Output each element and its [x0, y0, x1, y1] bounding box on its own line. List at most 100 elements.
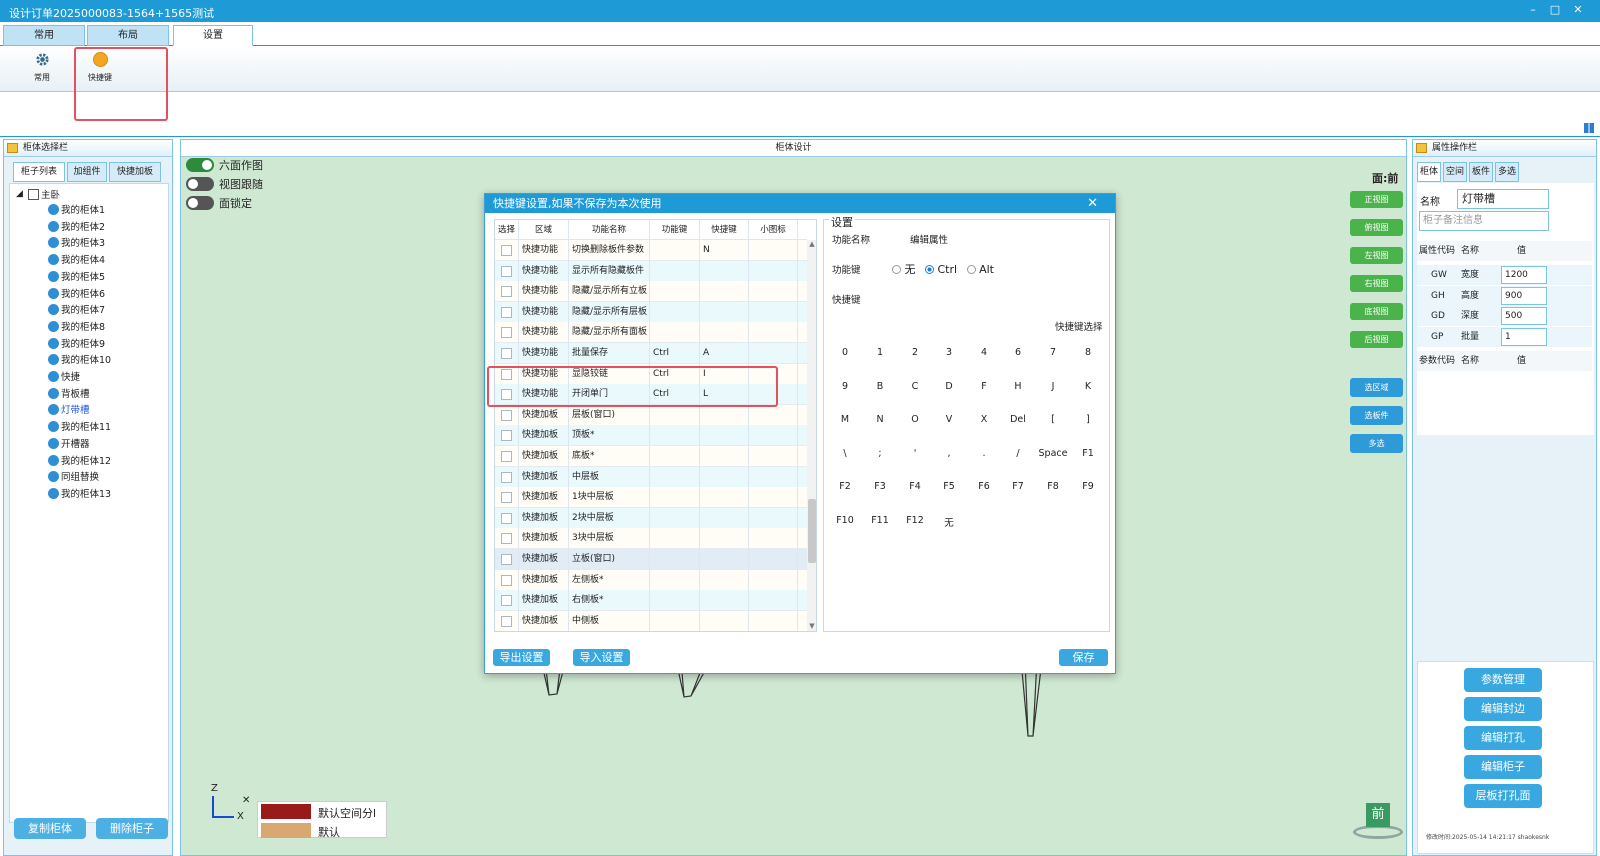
export-settings-button[interactable]: 导出设置 — [493, 649, 550, 666]
row-checkbox[interactable] — [501, 409, 512, 421]
shortcut-key-option[interactable]: [ — [1036, 414, 1070, 425]
table-row[interactable]: 快捷功能 隐藏/显示所有层板 — [495, 301, 807, 323]
shortcut-key-option[interactable]: F11 — [863, 515, 897, 526]
edit-cabinet-button[interactable]: 编辑柜子 — [1464, 755, 1542, 779]
tree-item[interactable]: 我的柜体4 — [48, 253, 105, 269]
shortcut-key-option[interactable]: 3 — [932, 347, 966, 358]
row-checkbox[interactable] — [501, 306, 512, 318]
scroll-thumb[interactable] — [808, 499, 816, 563]
row-checkbox[interactable] — [501, 533, 512, 545]
shortcut-key-option[interactable]: F1 — [1071, 448, 1105, 459]
shortcut-key-option[interactable]: F — [967, 381, 1001, 392]
shortcut-key-option[interactable]: 无 — [932, 515, 966, 529]
row-checkbox[interactable] — [501, 327, 512, 339]
row-checkbox[interactable] — [501, 245, 512, 256]
scroll-down-arrow[interactable]: ▼ — [807, 622, 816, 631]
shelf-drill-face-button[interactable]: 层板打孔面 — [1464, 784, 1542, 808]
table-row[interactable]: 快捷加板 右侧板* — [495, 590, 807, 612]
tree-item[interactable]: 我的柜体1 — [48, 203, 105, 219]
select-region-button[interactable]: 选区域 — [1350, 378, 1403, 397]
param-manage-button[interactable]: 参数管理 — [1464, 668, 1542, 692]
table-row[interactable]: 快捷加板 左侧板* — [495, 569, 807, 591]
shortcut-key-option[interactable]: M — [828, 414, 862, 425]
tree-item[interactable]: 背板槽 — [48, 387, 90, 403]
row-checkbox[interactable] — [501, 595, 512, 607]
tree-item[interactable]: 开槽器 — [48, 437, 90, 453]
tree-item[interactable]: 同组替换 — [48, 470, 99, 486]
shortcut-key-option[interactable]: F4 — [898, 481, 932, 492]
tree-collapse-icon[interactable]: ◢ — [16, 189, 23, 199]
shortcut-key-option[interactable]: F2 — [828, 481, 862, 492]
column-header[interactable]: 小图标 — [749, 220, 798, 240]
shortcut-key-option[interactable]: 1 — [863, 347, 897, 358]
shortcut-key-option[interactable]: J — [1036, 381, 1070, 392]
shortcut-key-option[interactable]: B — [863, 381, 897, 392]
table-row[interactable]: 快捷功能 切换删除板件参数 N — [495, 240, 807, 261]
tab-space[interactable]: 空间 — [1443, 162, 1467, 182]
row-checkbox[interactable] — [501, 286, 512, 298]
shortcut-key-option[interactable]: , — [932, 448, 966, 459]
table-row[interactable]: 快捷加板 3块中层板 — [495, 528, 807, 550]
table-row[interactable]: 快捷功能 隐藏/显示所有面板 — [495, 322, 807, 344]
tree-item[interactable]: 我的柜体6 — [48, 287, 105, 303]
tab-common[interactable]: 常用 — [3, 25, 85, 46]
shortcut-key-option[interactable]: 9 — [828, 381, 862, 392]
shortcut-key-option[interactable]: 6 — [1001, 347, 1035, 358]
right-view-button[interactable]: 右视图 — [1350, 275, 1403, 292]
shortcut-key-option[interactable]: 0 — [828, 347, 862, 358]
import-settings-button[interactable]: 导入设置 — [573, 649, 630, 666]
shortcut-key-option[interactable]: F7 — [1001, 481, 1035, 492]
view-follow-toggle[interactable] — [186, 177, 214, 191]
multi-select-button[interactable]: 多选 — [1350, 434, 1403, 453]
column-header[interactable]: 功能名称 — [569, 220, 650, 240]
view-cube[interactable]: 前 — [1353, 800, 1403, 840]
shortcut-key-option[interactable]: D — [932, 381, 966, 392]
table-row[interactable]: 快捷加板 中层板 — [495, 466, 807, 488]
shortcut-key-option[interactable]: 8 — [1071, 347, 1105, 358]
front-view-button[interactable]: 正视图 — [1350, 191, 1403, 208]
tree-item[interactable]: 我的柜体12 — [48, 454, 111, 470]
tree-item[interactable]: 我的柜体11 — [48, 420, 111, 436]
shortcut-key-option[interactable]: O — [898, 414, 932, 425]
edit-edging-button[interactable]: 编辑封边 — [1464, 697, 1542, 721]
name-input[interactable]: 灯带槽 — [1457, 189, 1549, 209]
shortcut-key-option[interactable]: H — [1001, 381, 1035, 392]
row-checkbox[interactable] — [501, 348, 512, 359]
table-row[interactable]: 快捷加板 底板* — [495, 446, 807, 467]
tree-item[interactable]: 我的柜体2 — [48, 220, 105, 236]
save-button[interactable]: 保存 — [1059, 649, 1108, 666]
shortcut-key-option[interactable]: ' — [898, 448, 932, 459]
tree-item[interactable]: 我的柜体9 — [48, 337, 105, 353]
table-row[interactable]: 快捷功能 隐藏/显示所有立板 — [495, 281, 807, 303]
column-header[interactable]: 功能键 — [650, 220, 700, 240]
radio-alt[interactable]: Alt — [966, 263, 994, 276]
column-header[interactable]: 快捷键 — [700, 220, 749, 240]
shortcut-key-option[interactable]: F5 — [932, 481, 966, 492]
tab-multi-select[interactable]: 多选 — [1495, 162, 1519, 182]
tree-item[interactable]: 我的柜体8 — [48, 320, 105, 336]
row-checkbox[interactable] — [501, 492, 512, 504]
shortcut-key-option[interactable]: / — [1001, 448, 1035, 459]
row-checkbox[interactable] — [501, 471, 512, 483]
shortcut-key-option[interactable]: \ — [828, 448, 862, 459]
delete-cabinet-button[interactable]: 删除柜子 — [96, 818, 168, 839]
prop-value-input[interactable]: 900 — [1501, 286, 1547, 305]
tab-add-component[interactable]: 加组件 — [67, 162, 107, 182]
select-board-button[interactable]: 选板件 — [1350, 406, 1403, 425]
shortcut-key-option[interactable]: V — [932, 414, 966, 425]
note-input[interactable]: 柜子备注信息 — [1419, 211, 1549, 231]
shortcut-key-option[interactable]: F3 — [863, 481, 897, 492]
table-row[interactable]: 快捷加板 顶板* — [495, 425, 807, 447]
tree-item[interactable]: 我的柜体5 — [48, 270, 105, 286]
grid-view-icon[interactable] — [1584, 123, 1594, 133]
shortcut-key-option[interactable]: N — [863, 414, 897, 425]
row-checkbox[interactable] — [501, 554, 512, 565]
table-row[interactable]: 快捷加板 2块中层板 — [495, 507, 807, 529]
shortcut-key-option[interactable]: Del — [1001, 414, 1035, 425]
shortcut-key-option[interactable]: C — [898, 381, 932, 392]
shortcut-key-option[interactable]: F10 — [828, 515, 862, 526]
prop-value-input[interactable]: 1200 — [1501, 266, 1547, 284]
shortcut-key-option[interactable]: Space — [1036, 448, 1070, 459]
left-view-button[interactable]: 左视图 — [1350, 247, 1403, 264]
edit-drilling-button[interactable]: 编辑打孔 — [1464, 726, 1542, 750]
